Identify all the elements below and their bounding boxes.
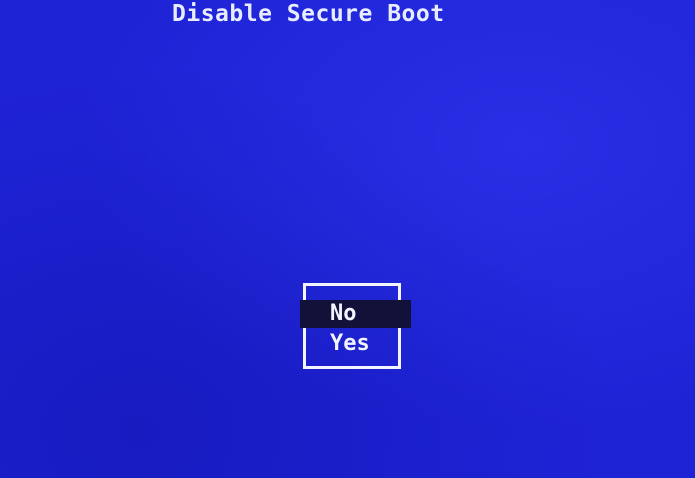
bios-screen: Disable Secure Boot No Yes [0, 0, 695, 478]
option-no[interactable]: No [300, 300, 411, 328]
option-yes[interactable]: Yes [330, 330, 370, 358]
secure-boot-dialog: No Yes [300, 283, 411, 369]
page-title: Disable Secure Boot [172, 1, 445, 27]
option-no-label: No [330, 301, 357, 326]
